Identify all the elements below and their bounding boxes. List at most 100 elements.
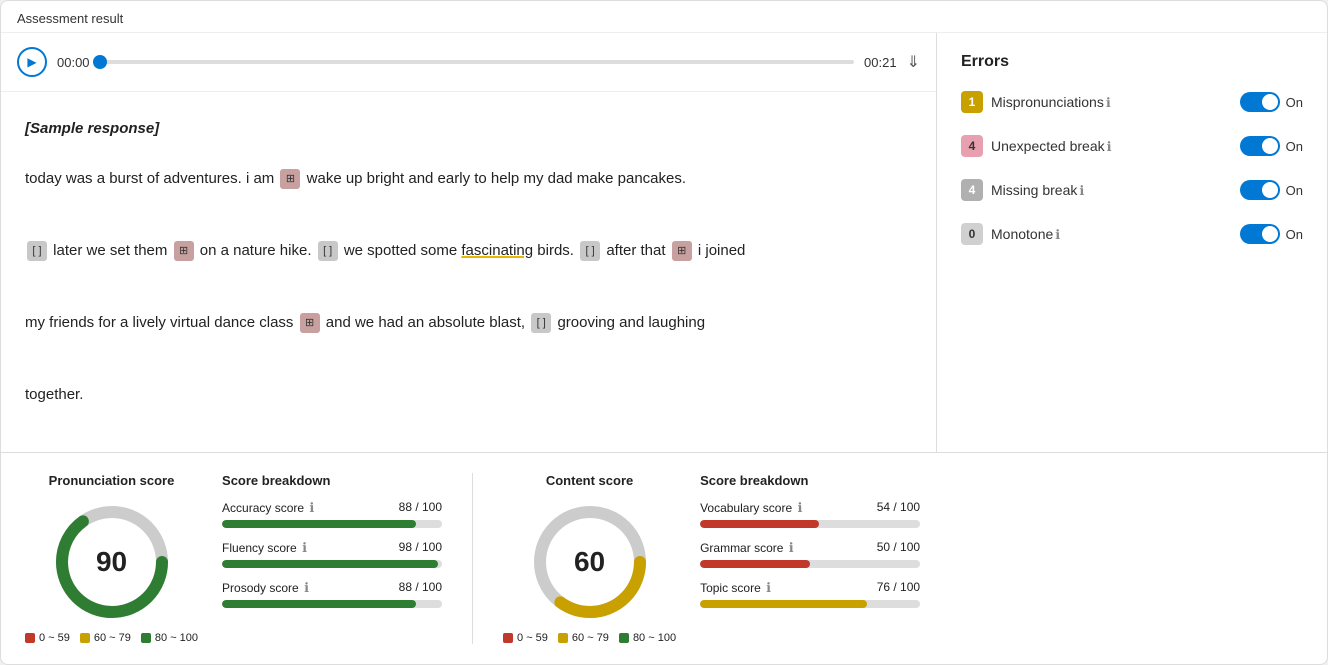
info-icon[interactable]: ℹ [304,580,309,595]
toggle-switch[interactable] [1240,180,1280,200]
missing-break-marker: [ ] [580,241,600,261]
info-icon[interactable]: ℹ [797,500,802,515]
error-label-unexpected-break: Unexpected breakℹ [991,138,1232,155]
fluency-score-value: 98 / 100 [399,540,442,556]
error-marker-red: ⊞ [672,241,692,261]
info-icon[interactable]: ℹ [1107,139,1112,154]
fluency-score-header: Fluency score ℹ 98 / 100 [222,540,442,556]
error-label-mispronunciation: Mispronunciationsℹ [991,94,1232,111]
progress-track[interactable] [100,60,855,64]
accuracy-bar-fill [222,520,416,528]
pronunciation-legend: 0 ~ 59 60 ~ 79 80 ~ 100 [25,632,198,644]
toggle-missing-break[interactable]: On [1240,180,1303,200]
error-badge-monotone: 0 [961,223,983,245]
fluency-score-label: Fluency score ℹ [222,540,307,556]
legend-dot-green [141,633,151,643]
fluency-score-row: Fluency score ℹ 98 / 100 [222,540,442,568]
legend-dot-red [25,633,35,643]
toggle-label: On [1286,183,1303,198]
pronunciation-score-title: Pronunciation score [49,473,175,488]
highlighted-word: fascinating [461,242,533,259]
accuracy-bar-track [222,520,442,528]
error-row-missing-break: 4 Missing breakℹ On [961,179,1303,201]
prosody-bar-track [222,600,442,608]
topic-score-value: 76 / 100 [877,580,920,596]
text-word: later we set them [53,242,171,259]
time-end: 00:21 [864,55,897,70]
text-word: and we had an absolute blast, [326,314,529,331]
pronunciation-score-circle: Pronunciation score 90 0 ~ 59 [25,473,198,644]
toggle-switch[interactable] [1240,92,1280,112]
pronunciation-breakdown: Score breakdown Accuracy score ℹ 88 / 10… [222,473,442,620]
vocabulary-score-label: Vocabulary score ℹ [700,500,802,516]
vocabulary-bar-track [700,520,920,528]
accuracy-score-label: Accuracy score ℹ [222,500,314,516]
play-button[interactable]: ▶ [17,47,47,77]
fluency-bar-track [222,560,442,568]
right-panel: Errors 1 Mispronunciationsℹ On 4 Unexpec… [937,33,1327,452]
error-row-mispronunciation: 1 Mispronunciationsℹ On [961,91,1303,113]
legend-item-green: 80 ~ 100 [141,632,198,644]
legend-item-red: 0 ~ 59 [25,632,70,644]
info-icon[interactable]: ℹ [1106,95,1111,110]
grammar-bar-track [700,560,920,568]
audio-bar: ▶ 00:00 00:21 ⇓ [1,33,936,92]
error-row-unexpected-break: 4 Unexpected breakℹ On [961,135,1303,157]
content-score-circle: Content score 60 0 ~ 59 [503,473,676,644]
content-donut-chart: 60 [530,502,650,622]
bottom-section: Pronunciation score 90 0 ~ 59 [1,453,1327,664]
info-icon[interactable]: ℹ [302,540,307,555]
time-start: 00:00 [57,55,90,70]
error-marker-red: ⊞ [280,169,300,189]
topic-bar-fill [700,600,867,608]
grammar-score-header: Grammar score ℹ 50 / 100 [700,540,920,556]
pronunciation-breakdown-title: Score breakdown [222,473,442,488]
toggle-switch[interactable] [1240,136,1280,156]
text-word: wake up bright and early to help my dad … [307,170,686,187]
legend-label: 80 ~ 100 [633,632,676,644]
grammar-score-row: Grammar score ℹ 50 / 100 [700,540,920,568]
transcript-text: today was a burst of adventures. i am ⊞ … [25,161,912,413]
info-icon[interactable]: ℹ [309,500,314,515]
grammar-score-value: 50 / 100 [877,540,920,556]
toggle-label: On [1286,139,1303,154]
info-icon[interactable]: ℹ [1055,227,1060,242]
toggle-mispronunciation[interactable]: On [1240,92,1303,112]
prosody-score-header: Prosody score ℹ 88 / 100 [222,580,442,596]
legend-item-yellow: 60 ~ 79 [558,632,609,644]
content-breakdown-title: Score breakdown [700,473,920,488]
legend-dot-green [619,633,629,643]
legend-label: 80 ~ 100 [155,632,198,644]
toggle-switch[interactable] [1240,224,1280,244]
legend-item-red: 0 ~ 59 [503,632,548,644]
missing-break-marker: [ ] [318,241,338,261]
pronunciation-donut-chart: 90 [52,502,172,622]
info-icon[interactable]: ℹ [766,580,771,595]
error-marker-red: ⊞ [300,313,320,333]
pronunciation-score-section: Pronunciation score 90 0 ~ 59 [25,473,442,644]
fluency-bar-fill [222,560,438,568]
toggle-monotone[interactable]: On [1240,224,1303,244]
content-score-section: Content score 60 0 ~ 59 [503,473,920,644]
accuracy-score-header: Accuracy score ℹ 88 / 100 [222,500,442,516]
vocabulary-score-header: Vocabulary score ℹ 54 / 100 [700,500,920,516]
left-panel: ▶ 00:00 00:21 ⇓ [Sample response] today … [1,33,937,452]
prosody-score-row: Prosody score ℹ 88 / 100 [222,580,442,608]
vocabulary-bar-fill [700,520,819,528]
info-icon[interactable]: ℹ [1079,183,1084,198]
download-button[interactable]: ⇓ [907,52,920,72]
toggle-unexpected-break[interactable]: On [1240,136,1303,156]
topic-bar-track [700,600,920,608]
info-icon[interactable]: ℹ [789,540,794,555]
accuracy-score-row: Accuracy score ℹ 88 / 100 [222,500,442,528]
topic-score-header: Topic score ℹ 76 / 100 [700,580,920,596]
progress-thumb [93,55,107,69]
legend-item-yellow: 60 ~ 79 [80,632,131,644]
content-score-title: Content score [546,473,633,488]
toggle-label: On [1286,95,1303,110]
missing-break-marker: [ ] [27,241,47,261]
accuracy-score-value: 88 / 100 [399,500,442,516]
error-row-monotone: 0 Monotoneℹ On [961,223,1303,245]
legend-label: 0 ~ 59 [39,632,70,644]
text-word: we spotted some [344,242,462,259]
